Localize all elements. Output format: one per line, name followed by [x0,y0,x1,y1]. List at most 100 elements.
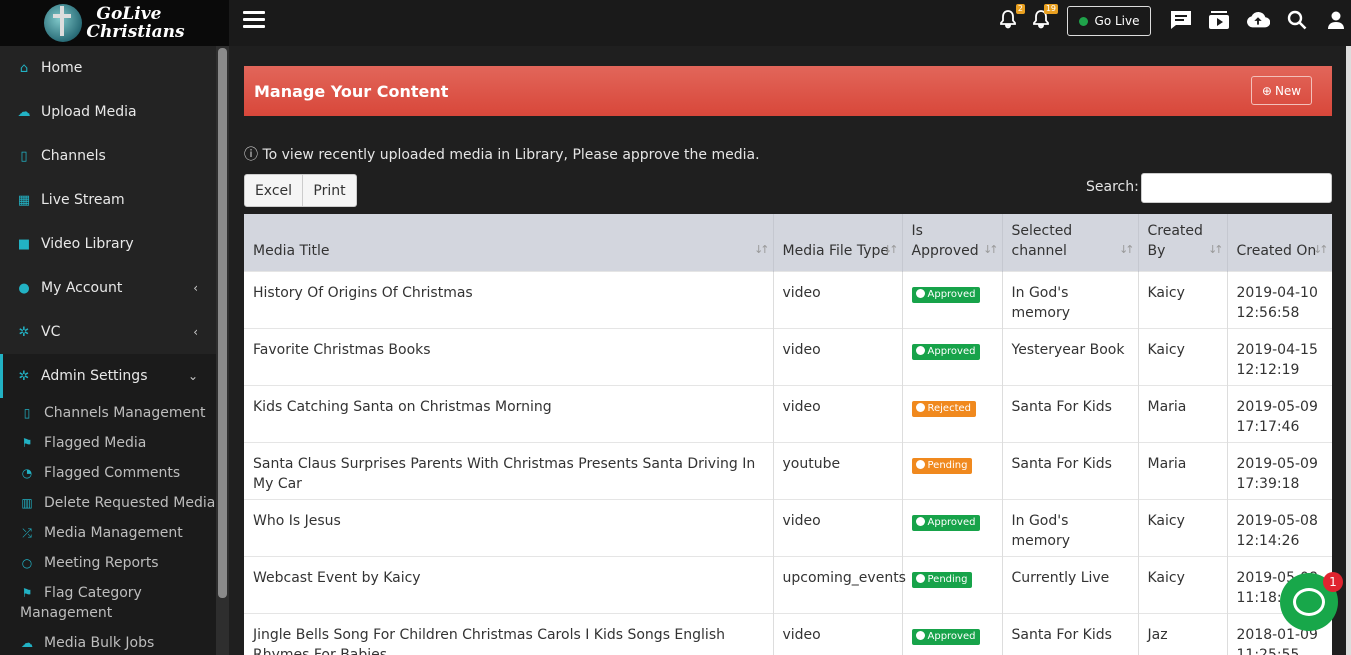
cell-is-approved: Approved [902,498,1003,556]
status-badge[interactable]: Approved [911,286,981,303]
table-row[interactable]: Jingle Bells Song For Children Christmas… [244,612,1332,655]
column-header-is-approved[interactable]: Is Approved ↓↑ [902,214,1003,271]
cell-media-file-type: video [773,327,903,385]
sidebar-item-upload-media[interactable]: ☁ Upload Media [0,90,216,134]
submenu-item-media-management[interactable]: ⤮ Media Management [0,518,216,548]
submenu-item-channels-management[interactable]: ▯ Channels Management [0,398,216,428]
cell-selected-channel: Santa For Kids [1002,384,1139,442]
status-label: Approved [927,516,976,528]
submenu-item-label: Flagged Media [44,435,147,451]
chevron-down-icon: ⌄ [187,369,198,383]
status-label: Pending [927,573,968,585]
sidebar-scrollbar-thumb[interactable] [218,48,227,598]
export-button-group: Excel Print [244,174,357,207]
sidebar-nav: ⌂ Home ☁ Upload Media ▯ Channels ▦ Live Stream ■… [0,46,216,655]
sidebar-item-label: Admin Settings [41,368,148,384]
globe-cross-icon [44,4,83,42]
status-badge[interactable]: Pending [911,571,973,588]
sidebar-item-video-library[interactable]: ■ Video Library [0,222,216,266]
table-row[interactable]: Kids Catching Santa on Christmas Morning… [244,384,1332,442]
submenu-item-flagged-media[interactable]: ⚑ Flagged Media [0,428,216,458]
cell-created-on: 2019-05-09 17:17:46 [1227,384,1332,442]
go-live-button[interactable]: Go Live [1067,6,1151,36]
check-circle-icon [915,516,925,526]
submenu-item-label: Channels Management [44,405,206,421]
sidebar-item-my-account[interactable]: ● My Account ‹ [0,266,216,310]
new-button-label: New [1274,83,1302,98]
alert-bell-icon[interactable]: 19 [1029,4,1058,32]
table-row[interactable]: Santa Claus Surprises Parents With Chris… [244,441,1332,499]
brand-line-1: GoLive [96,4,162,24]
cloud-upload-icon[interactable] [1246,8,1270,32]
chevron-left-icon: ‹ [193,281,198,295]
chat-unread-badge: 1 [1323,572,1343,592]
cell-media-title: Webcast Event by Kaicy [244,555,774,613]
submenu-item-meeting-reports[interactable]: ○ Meeting Reports [0,548,216,578]
status-label: Approved [927,630,976,642]
cogs-icon: ✲ [18,324,30,340]
content-table-wrapper: Media Title ↓↑ Media File Type ↓↑ Is Appro… [244,214,1332,655]
bookmark-icon: ▯ [23,406,31,420]
cell-created-on: 2019-05-08 12:14:26 [1227,498,1332,556]
sort-icon: ↓↑ [754,242,770,256]
sort-icon: ↓↑ [1208,242,1224,256]
top-bar: 2 19 Go Live [229,0,1351,46]
cell-media-file-type: video [773,612,903,655]
brand-logo[interactable]: GoLive Christians [44,4,185,42]
hamburger-menu-icon[interactable] [243,11,265,29]
logo-area[interactable]: GoLive Christians [0,0,229,46]
cell-is-approved: Pending [902,555,1003,613]
table-row[interactable]: Who Is Jesus video Approved In God's memory… [244,498,1332,556]
info-message: ⓘ To view recently uploaded media in Lib… [244,144,760,164]
submenu-item-flagged-comments[interactable]: ◔ Flagged Comments [0,458,216,488]
sidebar-item-label: Upload Media [41,104,137,120]
status-badge[interactable]: Approved [911,628,981,645]
table-row[interactable]: Favorite Christmas Books video Approved Yes… [244,327,1332,385]
submenu-item-label: Flagged Comments [44,465,181,481]
sidebar-item-label: My Account [41,280,123,296]
column-header-created-by[interactable]: Created By ↓↑ [1138,214,1228,271]
print-button[interactable]: Print [303,174,357,207]
status-badge[interactable]: Pending [911,457,973,474]
table-row[interactable]: History Of Origins Of Christmas video Appr… [244,270,1332,328]
submenu-item-flag-category-management[interactable]: ⚑ Flag Category Management [0,578,216,628]
sidebar-item-home[interactable]: ⌂ Home [0,46,216,90]
sidebar-item-live-stream[interactable]: ▦ Live Stream [0,178,216,222]
sidebar-item-vc[interactable]: ✲ VC ‹ [0,310,216,354]
sidebar-item-admin-settings[interactable]: ✲ Admin Settings ⌄ [0,354,216,398]
user-profile-icon[interactable] [1324,8,1348,32]
page-scrollbar[interactable] [1346,46,1351,655]
status-label: Approved [927,345,976,357]
column-header-selected-channel[interactable]: Selected channel ↓↑ [1002,214,1139,271]
status-badge[interactable]: Approved [911,343,981,360]
status-badge[interactable]: Rejected [911,400,977,417]
check-circle-icon [915,630,925,640]
submenu-item-delete-requested-media[interactable]: ▥ Delete Requested Media [0,488,216,518]
app-root: GoLive Christians ⌂ Home ☁ Upload Media ▯ Cha… [0,0,1351,655]
search-input[interactable] [1141,173,1332,203]
column-header-media-file-type[interactable]: Media File Type ↓↑ [773,214,903,271]
notification-bell-icon[interactable]: 2 [996,4,1025,32]
table-row[interactable]: Webcast Event by Kaicy upcoming_events Pen… [244,555,1332,613]
sidebar-scrollbar[interactable] [216,46,229,655]
minus-circle-icon [915,459,925,469]
sidebar-item-channels[interactable]: ▯ Channels [0,134,216,178]
submenu-item-media-bulk-jobs[interactable]: ☁ Media Bulk Jobs [0,628,216,655]
search-icon[interactable] [1285,8,1309,32]
video-library-icon[interactable] [1207,8,1231,32]
column-header-media-title[interactable]: Media Title ↓↑ [244,214,774,271]
page-header: Manage Your Content ⊕ New [244,66,1332,116]
cell-media-file-type: video [773,270,903,328]
minus-circle-icon [915,573,925,583]
cell-created-on: 2019-05-09 17:39:18 [1227,441,1332,499]
calendar-icon: ▦ [17,192,31,208]
column-header-created-on[interactable]: Created On ↓↑ [1227,214,1332,271]
chat-bubble-icon [1293,588,1325,616]
cell-created-by: Kaicy [1138,327,1228,385]
notification-count-badge: 2 [1015,4,1025,14]
trash-icon: ▥ [21,496,33,510]
excel-button[interactable]: Excel [244,174,303,207]
chat-message-icon[interactable] [1169,8,1193,32]
new-button[interactable]: ⊕ New [1251,76,1312,105]
status-badge[interactable]: Approved [911,514,981,531]
